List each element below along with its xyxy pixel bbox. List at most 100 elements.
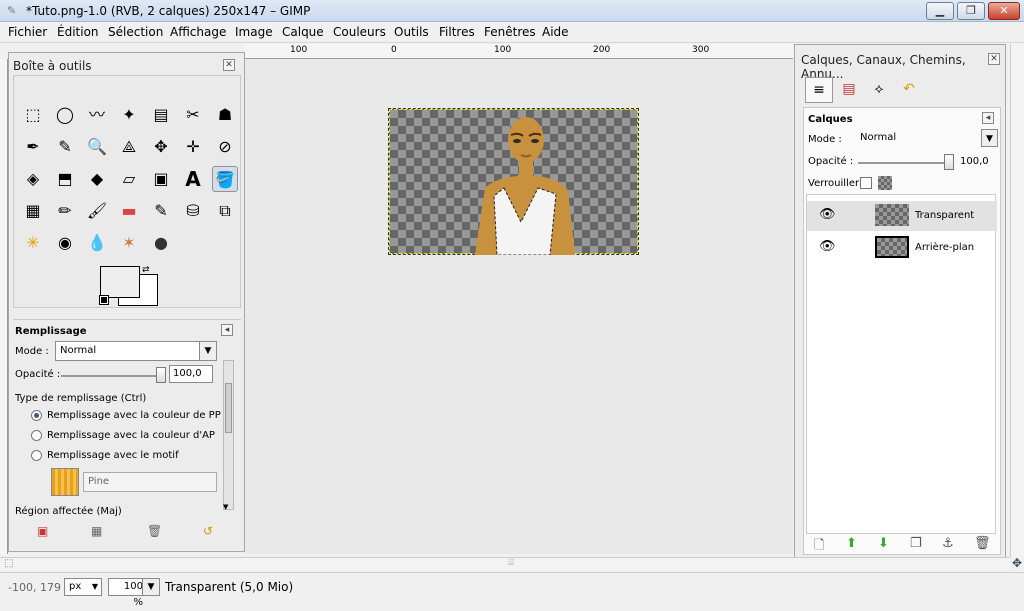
duplicate-layer-icon[interactable]: ❐ [910,536,922,551]
fill-pattern-radio[interactable] [31,450,42,461]
tool-options-scrollbar[interactable] [223,360,234,510]
save-options-icon[interactable]: ▣ [37,524,48,538]
unit-select[interactable]: px ▼ [64,578,102,596]
paintbrush-icon[interactable]: 🖌 [84,198,110,224]
canvas-area[interactable] [245,59,793,554]
close-window-button[interactable]: ✕ [988,2,1020,20]
blur-icon[interactable]: 💧 [84,230,110,256]
vertical-ruler[interactable] [0,59,8,554]
layer-name[interactable]: Transparent [915,210,974,221]
maximize-button[interactable]: ❐ [957,2,985,20]
image-canvas[interactable] [388,108,639,255]
default-colors-icon[interactable] [99,295,109,305]
zoom-select[interactable]: 100 % ▼ [108,578,160,608]
delete-layer-icon[interactable]: 🗑 [974,536,991,551]
menu-affichage[interactable]: Affichage [170,25,226,39]
close-layers-dock-icon[interactable]: ✕ [988,53,1000,65]
crop-icon[interactable]: ⊘ [212,134,238,160]
new-layer-icon[interactable]: 🗋 [814,536,824,558]
airbrush-icon[interactable]: ✎ [148,198,174,224]
lock-alpha-icon[interactable] [878,176,892,190]
foreground-select-icon[interactable]: ☗ [212,102,238,128]
menu-edition[interactable]: Édition [57,25,99,39]
layer-opacity-track[interactable] [858,162,952,164]
canvas-vscrollbar[interactable] [1010,44,1024,557]
menu-filtres[interactable]: Filtres [439,25,475,39]
dodge-burn-icon[interactable]: ● [148,230,174,256]
scissors-icon[interactable]: ✂ [180,102,206,128]
layer-name[interactable]: Arrière-plan [915,242,974,253]
heal-icon[interactable]: ✳ [20,230,46,256]
restore-options-icon[interactable]: ▦ [91,524,102,538]
tab-channels[interactable]: ▤ [835,77,863,103]
pattern-name-field[interactable]: Pine [83,472,217,492]
layers-menu-icon[interactable]: ◂ [982,112,994,124]
raise-layer-icon[interactable]: ⬆ [846,536,857,551]
eye-icon[interactable]: 👁 [819,207,836,222]
color-picker-icon[interactable]: ✎ [52,134,78,160]
menu-outils[interactable]: Outils [394,25,429,39]
eye-icon[interactable]: 👁 [819,239,836,254]
canvas-hscrollbar[interactable]: ⬚ ⦙⦙⦙ ✥ [0,556,1022,571]
minimize-button[interactable]: ▁ [926,2,954,20]
zoom-icon[interactable]: 🔍 [84,134,110,160]
menu-fichier[interactable]: Fichier [8,25,47,39]
eraser-icon[interactable]: ▬ [116,198,142,224]
tool-options-menu-icon[interactable]: ◂ [221,324,233,336]
paths-icon[interactable]: ✒ [20,134,46,160]
navigate-icon[interactable]: ✥ [1012,556,1022,570]
foreground-color-swatch[interactable] [100,266,140,298]
text-tool-icon[interactable]: A [180,166,206,192]
menu-couleurs[interactable]: Couleurs [333,25,386,39]
layer-row[interactable]: 👁 Transparent [807,201,997,231]
close-toolbox-icon[interactable]: ✕ [223,59,235,71]
free-select-icon[interactable]: 〰 [84,102,110,128]
align-icon[interactable]: ✛ [180,134,206,160]
bucket-fill-icon[interactable]: 🪣 [212,166,238,192]
fill-fg-radio[interactable] [31,410,42,421]
pencil-icon[interactable]: ✏ [52,198,78,224]
rotate-icon[interactable]: ◈ [20,166,46,192]
clone-icon[interactable]: ⧉ [212,198,238,224]
scale-icon[interactable]: ⬒ [52,166,78,192]
lock-pixels-checkbox[interactable] [860,177,872,189]
ink-icon[interactable]: ⛁ [180,198,206,224]
perspective-clone-icon[interactable]: ◉ [52,230,78,256]
pattern-swatch[interactable] [51,468,79,496]
menu-fenetres[interactable]: Fenêtres [484,25,536,39]
scroll-down-icon[interactable]: ▼ [223,503,228,511]
menu-image[interactable]: Image [235,25,273,39]
shear-icon[interactable]: ◆ [84,166,110,192]
menu-aide[interactable]: Aide [542,25,569,39]
lower-layer-icon[interactable]: ⬇ [878,536,889,551]
quick-mask-icon[interactable]: ⬚ [4,558,13,569]
color-select-icon[interactable]: ▤ [148,102,174,128]
perspective-icon[interactable]: ▱ [116,166,142,192]
tab-undo[interactable]: ↶ [895,77,923,103]
opacity-slider-track[interactable] [61,375,165,377]
layer-row[interactable]: 👁 Arrière-plan [807,233,997,263]
horizontal-ruler[interactable]: 100 0 100 200 300 [245,44,793,59]
rect-select-icon[interactable]: ⬚ [20,102,46,128]
delete-options-icon[interactable]: 🗑 [147,524,162,538]
ellipse-select-icon[interactable]: ◯ [52,102,78,128]
tab-layers[interactable]: ≡ [805,77,833,103]
move-icon[interactable]: ✥ [148,134,174,160]
fill-mode-select[interactable]: Normal ▼ [55,341,217,361]
fill-bg-radio[interactable] [31,430,42,441]
opacity-slider-thumb[interactable] [156,367,166,383]
opacity-spinbox[interactable]: 100,0 [169,365,213,383]
reset-options-icon[interactable]: ↺ [203,524,213,538]
anchor-layer-icon[interactable]: ⚓ [942,536,954,551]
flip-icon[interactable]: ▣ [148,166,174,192]
smudge-icon[interactable]: ✶ [116,230,142,256]
swap-colors-icon[interactable]: ⇄ [142,265,150,275]
layer-opacity-thumb[interactable] [944,154,954,170]
menu-calque[interactable]: Calque [282,25,324,39]
blend-icon[interactable]: ▦ [20,198,46,224]
tab-paths[interactable]: ⟡ [865,77,893,103]
scroll-grip-icon[interactable]: ⦙⦙⦙ [508,558,514,568]
measure-icon[interactable]: ⟁ [116,134,142,160]
layer-mode-select[interactable]: Normal ▼ [856,129,998,149]
layer-opacity-value[interactable]: 100,0 [960,156,989,167]
